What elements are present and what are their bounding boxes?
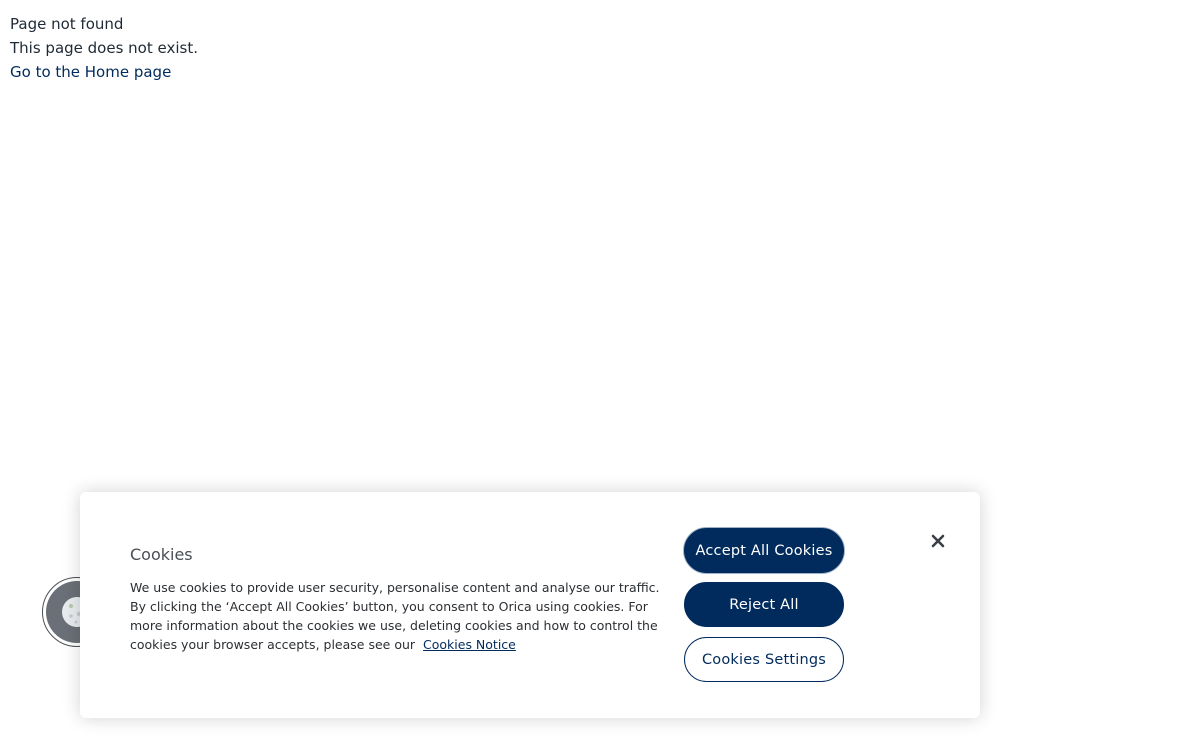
- cookie-banner-body: We use cookies to provide user security,…: [130, 580, 660, 652]
- home-page-link[interactable]: Go to the Home page: [10, 60, 198, 84]
- cookies-notice-link[interactable]: Cookies Notice: [423, 637, 516, 652]
- close-icon[interactable]: [928, 530, 948, 552]
- cookie-banner: Cookies We use cookies to provide user s…: [80, 492, 980, 718]
- cookie-banner-title: Cookies: [130, 545, 193, 564]
- accept-all-cookies-button[interactable]: Accept All Cookies: [684, 528, 844, 573]
- not-found-heading: Page not found: [10, 15, 124, 33]
- not-found-section: Page not found This page does not exist.…: [10, 12, 198, 84]
- cookie-banner-text: We use cookies to provide user security,…: [130, 578, 670, 654]
- not-found-message: This page does not exist.: [10, 39, 198, 57]
- cookies-settings-button[interactable]: Cookies Settings: [684, 637, 844, 682]
- reject-all-button[interactable]: Reject All: [684, 582, 844, 627]
